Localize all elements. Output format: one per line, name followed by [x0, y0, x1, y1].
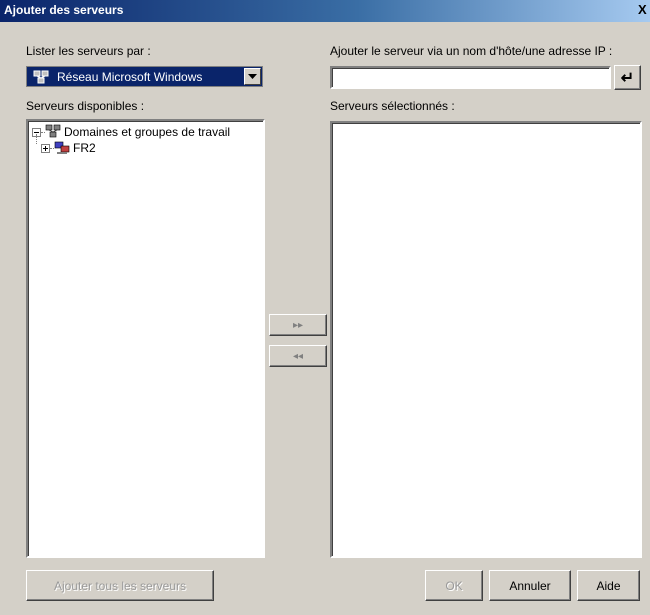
available-servers-tree[interactable]: Domaines et groupes de travail FR2	[26, 119, 265, 558]
add-by-host-label: Ajouter le serveur via un nom d'hôte/une…	[330, 44, 613, 58]
list-by-select[interactable]: Réseau Microsoft Windows	[26, 66, 263, 87]
close-icon[interactable]: X	[638, 2, 650, 18]
ok-button[interactable]: OK	[425, 570, 483, 601]
selected-servers-list[interactable]	[330, 121, 642, 558]
cancel-button[interactable]: Annuler	[489, 570, 571, 601]
list-by-label: Lister les serveurs par :	[26, 44, 151, 58]
title-bar: Ajouter des serveurs X	[0, 0, 650, 22]
window-title: Ajouter des serveurs	[4, 3, 124, 17]
add-to-selected-button[interactable]: ▸▸	[269, 314, 327, 336]
tree-item-label: FR2	[73, 141, 96, 155]
tree-item-label: Domaines et groupes de travail	[64, 125, 231, 139]
selected-servers-label: Serveurs sélectionnés :	[330, 99, 455, 113]
expand-icon[interactable]	[41, 144, 50, 153]
add-all-servers-button[interactable]: Ajouter tous les serveurs	[26, 570, 214, 601]
help-button[interactable]: Aide	[577, 570, 640, 601]
workgroup-icon	[54, 140, 70, 158]
list-by-value: Réseau Microsoft Windows	[57, 70, 203, 84]
enter-icon: ↵	[620, 69, 635, 87]
remove-from-selected-button[interactable]: ◂◂	[269, 345, 327, 367]
enter-host-button[interactable]: ↵	[614, 65, 641, 90]
host-input[interactable]	[330, 66, 611, 89]
chevron-down-icon[interactable]	[244, 68, 261, 85]
network-icon	[33, 70, 49, 84]
available-servers-label: Serveurs disponibles :	[26, 99, 145, 113]
